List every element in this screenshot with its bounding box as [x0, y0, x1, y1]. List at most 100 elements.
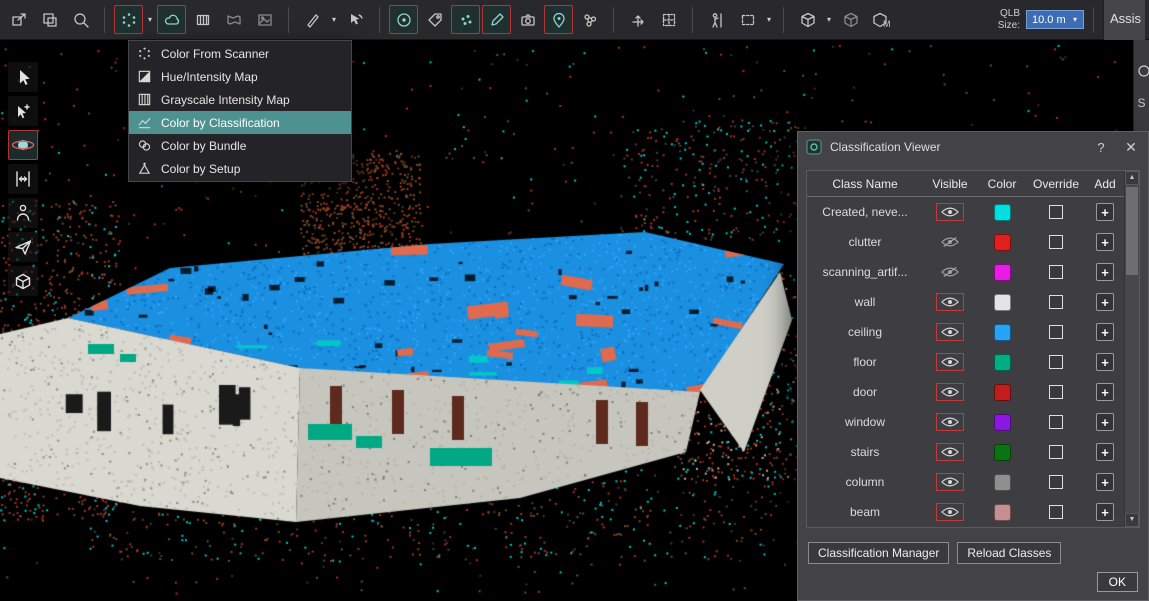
add-button[interactable]: +	[1096, 503, 1114, 521]
override-checkbox[interactable]	[1049, 235, 1063, 249]
menu-item-color-from-scanner[interactable]: Color From Scanner	[129, 42, 351, 65]
surveyor-button[interactable]	[702, 5, 731, 34]
measure-tools-caret[interactable]: ▾	[329, 15, 339, 24]
model-cube-button[interactable]: M	[867, 5, 896, 34]
perspective-box-button[interactable]	[8, 266, 38, 296]
scroll-up-icon[interactable]: ▲	[1125, 171, 1139, 185]
color-swatch[interactable]	[994, 264, 1011, 281]
wire-cube-button[interactable]	[836, 5, 865, 34]
assistant-avatar-icon[interactable]	[1135, 64, 1149, 78]
setups-button[interactable]	[575, 5, 604, 34]
override-checkbox[interactable]	[1049, 265, 1063, 279]
menu-item-color-by-setup[interactable]: Color by Setup	[129, 157, 351, 180]
color-options-button[interactable]	[157, 5, 186, 34]
view-cube-button[interactable]	[793, 5, 822, 34]
visibility-eye-button[interactable]	[936, 353, 964, 371]
visibility-eye-button[interactable]	[936, 443, 964, 461]
color-swatch[interactable]	[994, 504, 1011, 521]
override-checkbox[interactable]	[1049, 205, 1063, 219]
pick-signal-button[interactable]	[341, 5, 370, 34]
override-checkbox[interactable]	[1049, 355, 1063, 369]
images-button[interactable]	[250, 5, 279, 34]
add-button[interactable]: +	[1096, 383, 1114, 401]
reload-classes-button[interactable]: Reload Classes	[957, 542, 1061, 564]
menu-item-color-by-classification[interactable]: Color by Classification	[129, 111, 351, 134]
panel-titlebar[interactable]: Classification Viewer ? ✕	[798, 132, 1148, 162]
windows-layout-button[interactable]	[35, 5, 64, 34]
add-button[interactable]: +	[1096, 413, 1114, 431]
add-button[interactable]: +	[1096, 323, 1114, 341]
visibility-eye-button[interactable]	[936, 263, 964, 281]
override-checkbox[interactable]	[1049, 295, 1063, 309]
color-swatch[interactable]	[994, 474, 1011, 491]
add-button[interactable]: +	[1096, 293, 1114, 311]
add-button[interactable]: +	[1096, 353, 1114, 371]
color-swatch[interactable]	[994, 324, 1011, 341]
point-cloud-button[interactable]	[451, 5, 480, 34]
close-button[interactable]: ✕	[1120, 137, 1142, 157]
color-swatch[interactable]	[994, 414, 1011, 431]
qlb-size-caret[interactable]: ▾	[1070, 15, 1080, 24]
scrollbar-thumb[interactable]	[1126, 187, 1138, 275]
color-mode-caret[interactable]: ▾	[145, 15, 155, 24]
snapshot-button[interactable]	[513, 5, 542, 34]
visibility-eye-button[interactable]	[936, 293, 964, 311]
visibility-eye-button[interactable]	[936, 203, 964, 221]
override-checkbox[interactable]	[1049, 325, 1063, 339]
orbit-button[interactable]	[8, 130, 38, 160]
assistant-panel-header[interactable]: Assis	[1103, 0, 1145, 40]
color-swatch[interactable]	[994, 294, 1011, 311]
class-name: clutter	[849, 235, 882, 249]
add-button[interactable]: +	[1096, 263, 1114, 281]
qlb-size-select[interactable]: 10.0 m ▾	[1026, 10, 1084, 29]
tag-button[interactable]	[420, 5, 449, 34]
help-button[interactable]: ?	[1090, 137, 1112, 157]
grayscale-map-button[interactable]	[188, 5, 217, 34]
color-swatch[interactable]	[994, 444, 1011, 461]
center-view-button[interactable]	[8, 164, 38, 194]
fence-select-caret[interactable]: ▾	[764, 15, 774, 24]
override-checkbox[interactable]	[1049, 385, 1063, 399]
select-cursor-button[interactable]	[8, 62, 38, 92]
visibility-eye-button[interactable]	[936, 413, 964, 431]
visibility-eye-button[interactable]	[936, 323, 964, 341]
markup-pen-button[interactable]	[482, 5, 511, 34]
panorama-button[interactable]	[219, 5, 248, 34]
color-swatch[interactable]	[994, 234, 1011, 251]
menu-item-hue-intensity[interactable]: Hue/Intensity Map	[129, 65, 351, 88]
add-button[interactable]: +	[1096, 233, 1114, 251]
walkthrough-button[interactable]	[8, 198, 38, 228]
menu-item-grayscale-intensity[interactable]: Grayscale Intensity Map	[129, 88, 351, 111]
visibility-eye-button[interactable]	[936, 233, 964, 251]
color-swatch[interactable]	[994, 204, 1011, 221]
fly-button[interactable]	[8, 232, 38, 262]
fence-select-button[interactable]	[733, 5, 762, 34]
visibility-eye-button[interactable]	[936, 503, 964, 521]
color-swatch[interactable]	[994, 354, 1011, 371]
override-checkbox[interactable]	[1049, 445, 1063, 459]
register-scan-button[interactable]	[4, 5, 33, 34]
limit-box-button[interactable]	[389, 5, 418, 34]
color-from-scanner-button[interactable]	[114, 5, 143, 34]
color-swatch[interactable]	[994, 384, 1011, 401]
measure-tools-button[interactable]	[298, 5, 327, 34]
classification-manager-button[interactable]: Classification Manager	[808, 542, 949, 564]
visibility-eye-button[interactable]	[936, 473, 964, 491]
add-button[interactable]: +	[1096, 203, 1114, 221]
scroll-down-icon[interactable]: ▼	[1125, 513, 1139, 527]
override-checkbox[interactable]	[1049, 505, 1063, 519]
move-station-button[interactable]	[623, 5, 652, 34]
override-checkbox[interactable]	[1049, 475, 1063, 489]
add-button[interactable]: +	[1096, 473, 1114, 491]
add-button[interactable]: +	[1096, 443, 1114, 461]
zoom-window-button[interactable]	[66, 5, 95, 34]
override-checkbox[interactable]	[1049, 415, 1063, 429]
menu-item-color-by-bundle[interactable]: Color by Bundle	[129, 134, 351, 157]
sample-grid-button[interactable]	[654, 5, 683, 34]
pick-point-button[interactable]	[8, 96, 38, 126]
geotag-button[interactable]	[544, 5, 573, 34]
assistant-s-icon[interactable]: S	[1137, 96, 1145, 110]
visibility-eye-button[interactable]	[936, 383, 964, 401]
ok-button[interactable]: OK	[1097, 572, 1138, 592]
view-cube-caret[interactable]: ▾	[824, 15, 834, 24]
